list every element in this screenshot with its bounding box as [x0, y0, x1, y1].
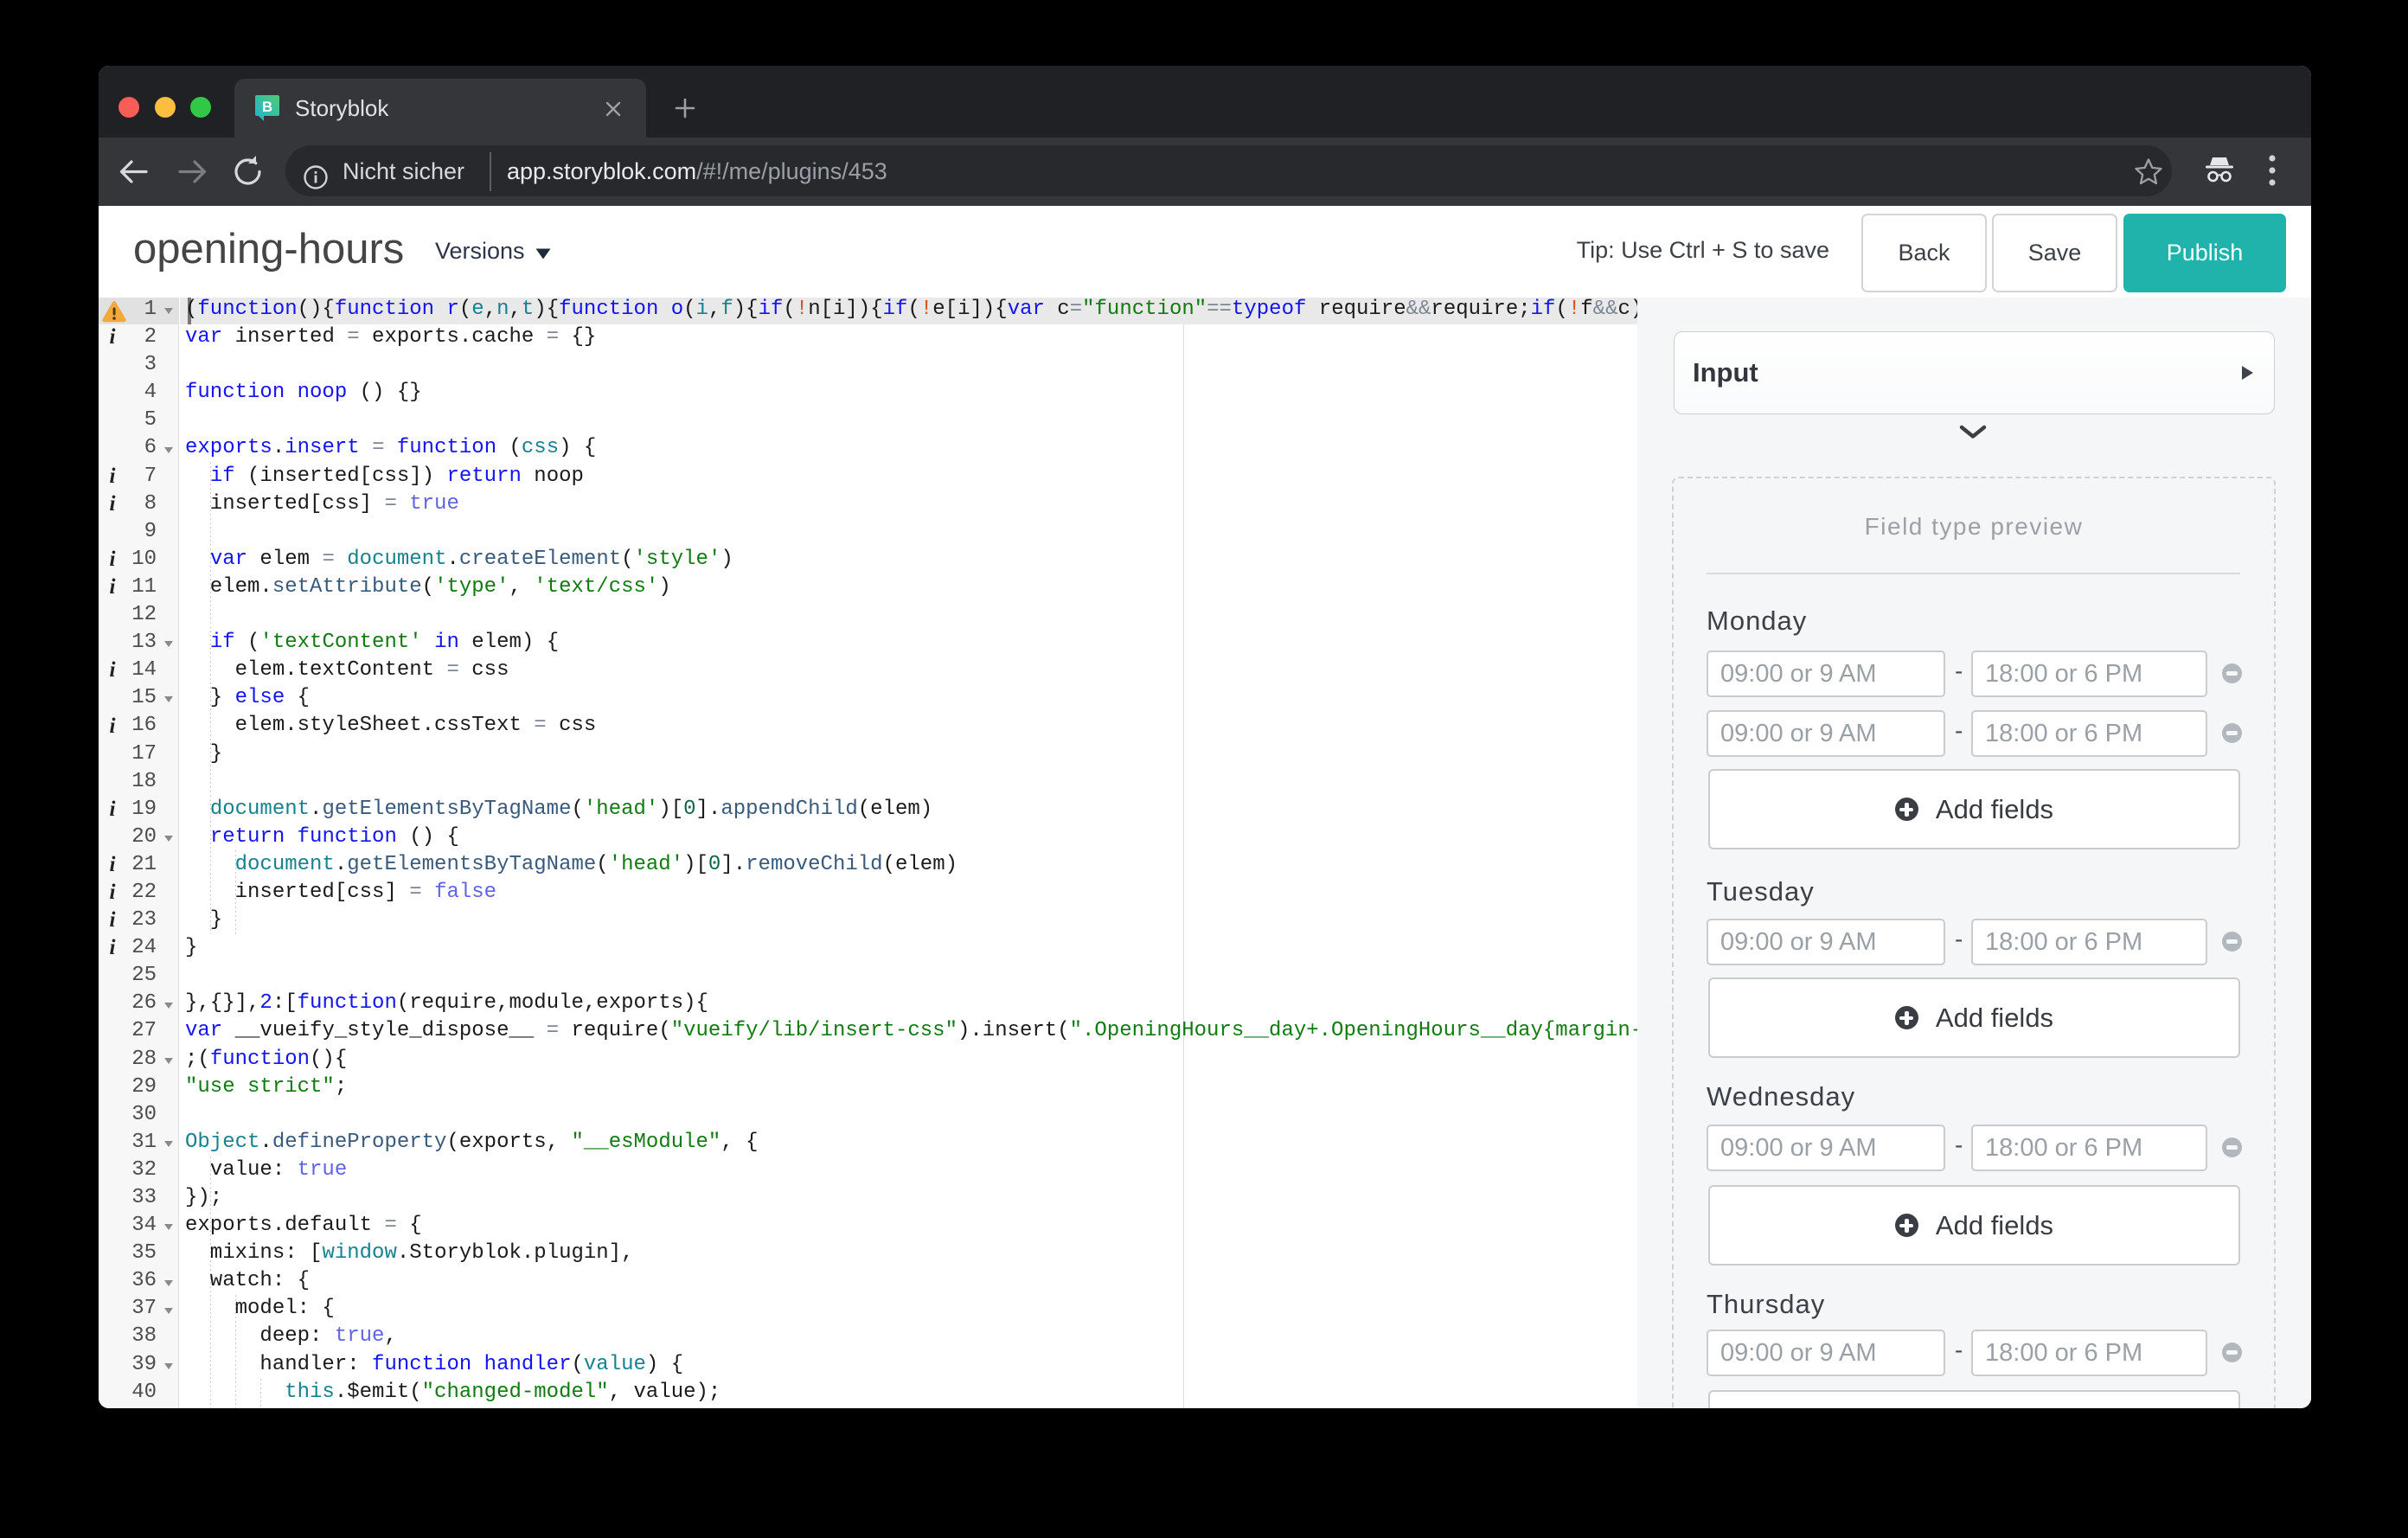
- svg-text:B: B: [262, 99, 272, 115]
